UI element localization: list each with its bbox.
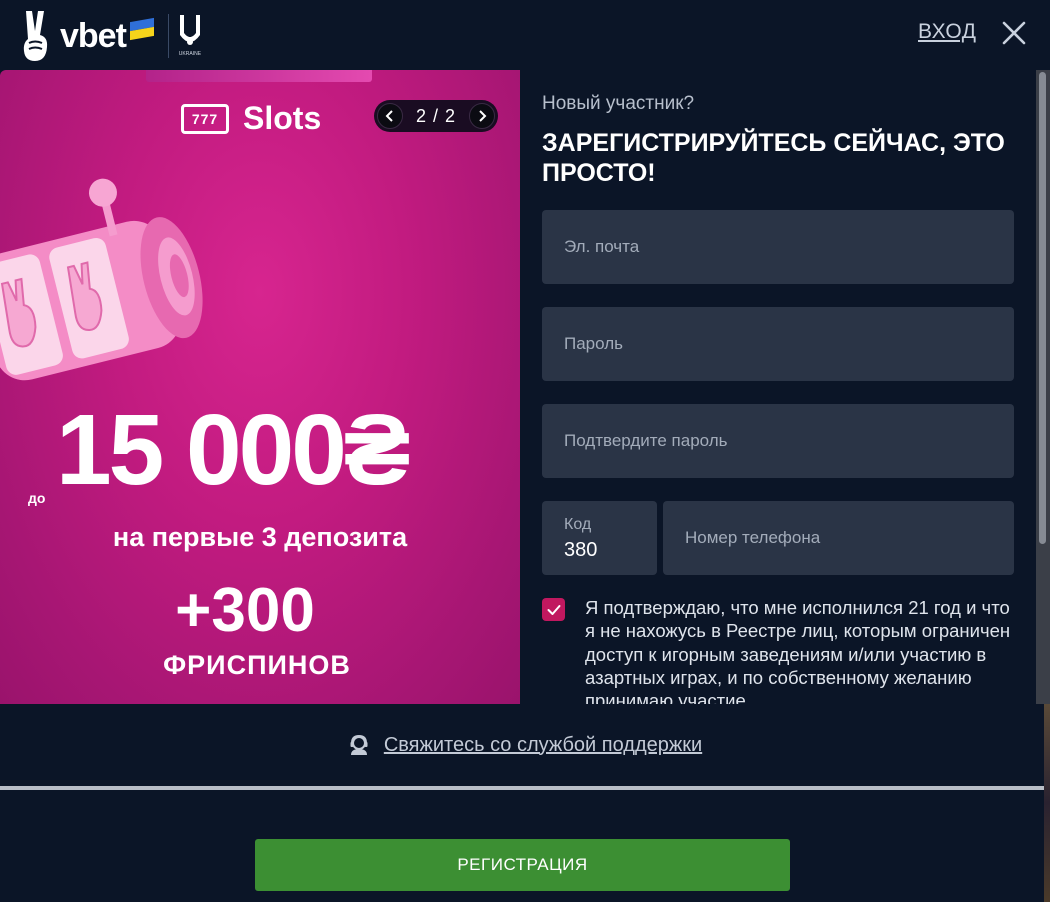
email-field[interactable] [542,210,1014,284]
email-input[interactable] [542,210,1014,284]
bonus-free-spins: +300 [175,576,315,645]
support-link[interactable]: Свяжитесь со службой поддержки [384,734,702,757]
header: vbet UKRAINE ВХОД [0,0,1050,70]
footer: РЕГИСТРАЦИЯ [0,790,1050,902]
password-field[interactable] [542,307,1014,381]
close-icon[interactable] [1000,19,1028,47]
consent-checkbox[interactable] [542,598,565,621]
slot-machine-illustration [0,178,203,381]
promo-top-strip [146,70,372,82]
promo-banner: 777 Slots 2 / 2 до 15 000₴ на первые 3 д… [0,70,520,704]
vbet-logo[interactable]: vbet UKRAINE [20,8,203,64]
phone-input[interactable] [663,501,1014,575]
pager-next-button[interactable] [469,103,495,129]
victory-hand-icon [23,11,48,61]
background-edge [1044,704,1050,902]
promo-category-label: Slots [243,100,322,136]
confirm-password-field[interactable] [542,404,1014,478]
confirm-password-input[interactable] [542,404,1014,478]
registration-form: Новый участник? ЗАРЕГИСТРИРУЙТЕСЬ СЕЙЧАС… [520,70,1036,704]
bonus-prefix: до [28,490,46,506]
phone-code-label: Код [564,516,592,533]
phone-code-value[interactable]: 380 [564,539,597,562]
promo-category: 777 Slots [181,100,321,137]
register-button[interactable]: РЕГИСТРАЦИЯ [255,839,790,891]
phone-field[interactable] [663,501,1014,575]
pager-count: 2 / 2 [415,105,457,126]
support-agent-icon [350,734,368,755]
support-row: Свяжитесь со службой поддержки [0,704,1050,786]
crest-caption: UKRAINE [178,51,202,57]
promo-pager: 2 / 2 [374,100,498,132]
ukraine-football-crest-icon: UKRAINE [177,13,203,59]
logo-divider [167,14,169,58]
checkmark-icon [547,604,560,615]
bonus-description: на первые 3 депозита [112,522,408,552]
form-title: ЗАРЕГИСТРИРУЙТЕСЬ СЕЙЧАС, ЭТО ПРОСТО! [542,129,1005,187]
phone-code-field[interactable]: Код 380 [542,501,657,575]
consent-text: Я подтверждаю, что мне исполнился 21 год… [585,597,1011,704]
chevron-right-icon [479,110,487,122]
form-subtitle: Новый участник? [542,93,695,114]
bonus-free-spins-label: ФРИСПИНОВ [163,650,351,680]
brand-wordmark: vbet [60,16,127,55]
slots-777-icon: 777 [181,103,229,134]
chevron-left-icon [385,110,393,122]
scrollbar-thumb[interactable] [1039,72,1046,544]
login-link[interactable]: ВХОД [918,20,977,44]
bonus-amount: 15 000₴ [56,394,411,506]
pager-prev-button[interactable] [377,103,403,129]
password-input[interactable] [542,307,1014,381]
ukraine-flag-icon [129,17,154,41]
